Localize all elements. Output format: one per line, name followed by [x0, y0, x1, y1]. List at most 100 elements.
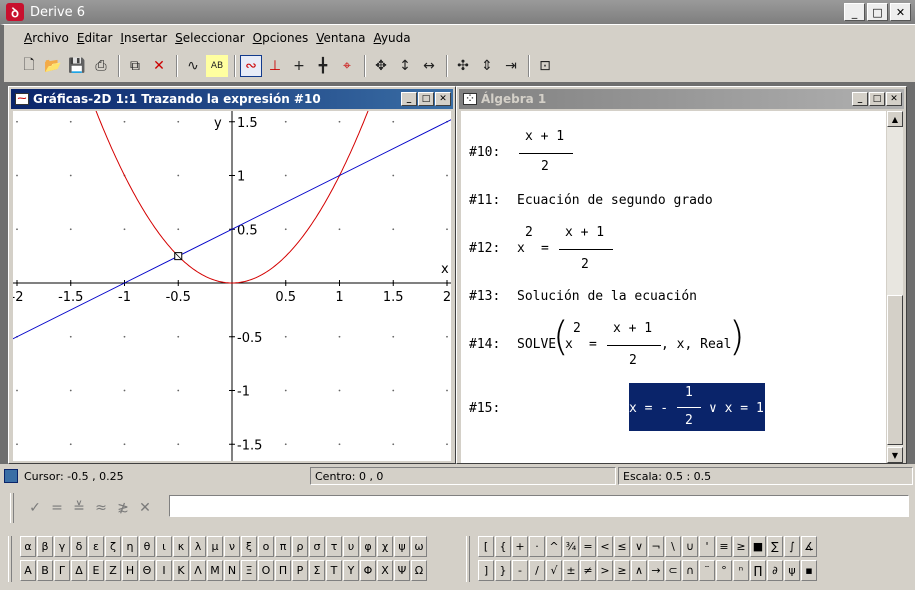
- greek-symbol-key[interactable]: Ο: [258, 560, 274, 581]
- menu-ayuda[interactable]: Ayuda: [370, 31, 415, 45]
- pan-icon[interactable]: ✥: [370, 55, 392, 77]
- menu-archivo[interactable]: Archivo: [20, 31, 73, 45]
- delete-icon[interactable]: ✕: [148, 55, 170, 77]
- crosshair-icon[interactable]: +: [288, 55, 310, 77]
- algebra-close-button[interactable]: ✕: [886, 92, 902, 106]
- math-symbol-key[interactable]: ∏: [750, 560, 766, 581]
- math-symbol-key[interactable]: °: [716, 560, 732, 581]
- axes-icon[interactable]: ⊥: [264, 55, 286, 77]
- plot-area[interactable]: -2-1.5-1-0.50.511.5221.510.5-0.5-1-1.5-2…: [13, 111, 451, 461]
- greek-symbol-key[interactable]: Ψ: [394, 560, 410, 581]
- tile-windows-icon[interactable]: [4, 469, 18, 483]
- greek-symbol-key[interactable]: ξ: [241, 536, 257, 557]
- greek-symbol-key[interactable]: ζ: [105, 536, 121, 557]
- greek-symbol-key[interactable]: φ: [360, 536, 376, 557]
- menu-ventana[interactable]: Ventana: [312, 31, 369, 45]
- greek-symbol-key[interactable]: μ: [207, 536, 223, 557]
- greek-symbol-key[interactable]: Δ: [71, 560, 87, 581]
- math-symbol-key[interactable]: ±: [563, 560, 579, 581]
- plot-close-button[interactable]: ✕: [435, 92, 451, 106]
- menu-seleccionar[interactable]: Seleccionar: [171, 31, 249, 45]
- math-symbol-key[interactable]: ∫: [784, 536, 800, 557]
- greek-symbol-key[interactable]: Ρ: [292, 560, 308, 581]
- algebra-expression-area[interactable]: #10: x + 1 2 #11: Ecuación de segundo gr…: [461, 111, 886, 463]
- greek-symbol-key[interactable]: θ: [139, 536, 155, 557]
- greek-symbol-key[interactable]: ω: [411, 536, 427, 557]
- enter-simplify-icon[interactable]: ≚: [68, 497, 90, 519]
- close-button[interactable]: ✕: [890, 3, 911, 21]
- menu-opciones[interactable]: Opciones: [249, 31, 313, 45]
- math-toolbar-grip[interactable]: [466, 536, 470, 582]
- greek-symbol-key[interactable]: υ: [343, 536, 359, 557]
- math-symbol-key[interactable]: ψ: [784, 560, 800, 581]
- scroll-thumb[interactable]: [887, 295, 903, 445]
- math-symbol-key[interactable]: ≤: [614, 536, 630, 557]
- save-icon[interactable]: 💾: [66, 55, 88, 77]
- greek-symbol-key[interactable]: Σ: [309, 560, 325, 581]
- math-symbol-key[interactable]: ∩: [682, 560, 698, 581]
- greek-symbol-key[interactable]: Φ: [360, 560, 376, 581]
- zoom-in-vertical-icon[interactable]: ⇕: [476, 55, 498, 77]
- clear-entry-icon[interactable]: ✕: [134, 497, 156, 519]
- approximate-icon[interactable]: ≈: [90, 497, 112, 519]
- position-icon[interactable]: ⌖: [336, 55, 358, 77]
- entry-bar-grip[interactable]: [10, 493, 14, 523]
- math-symbol-key[interactable]: ¬: [648, 536, 664, 557]
- greek-symbol-key[interactable]: η: [122, 536, 138, 557]
- math-symbol-key[interactable]: ': [699, 536, 715, 557]
- math-symbol-key[interactable]: ∑: [767, 536, 783, 557]
- menu-editar[interactable]: Editar: [73, 31, 117, 45]
- maximize-button[interactable]: □: [867, 3, 888, 21]
- greek-symbol-key[interactable]: Η: [122, 560, 138, 581]
- math-symbol-key[interactable]: ≥: [614, 560, 630, 581]
- greek-symbol-key[interactable]: α: [20, 536, 36, 557]
- zoom-in-icon[interactable]: ✣: [452, 55, 474, 77]
- plot-minimize-button[interactable]: _: [401, 92, 417, 106]
- greek-symbol-key[interactable]: Α: [20, 560, 36, 581]
- math-symbol-key[interactable]: [: [478, 536, 494, 557]
- scroll-down-button[interactable]: ▼: [887, 447, 903, 463]
- greek-symbol-key[interactable]: δ: [71, 536, 87, 557]
- math-symbol-key[interactable]: >: [597, 560, 613, 581]
- algebra-window-titlebar[interactable]: ⁘ Álgebra 1 _ □ ✕: [459, 89, 904, 109]
- greek-symbol-key[interactable]: Ε: [88, 560, 104, 581]
- math-symbol-key[interactable]: ∂: [767, 560, 783, 581]
- zoom-out-horizontal-icon[interactable]: ⇥: [500, 55, 522, 77]
- enter-approximate-icon[interactable]: ≵: [112, 497, 134, 519]
- math-symbol-key[interactable]: ≡: [716, 536, 732, 557]
- math-symbol-key[interactable]: ¾: [563, 536, 579, 557]
- grid-icon[interactable]: ╋: [312, 55, 334, 77]
- greek-symbol-key[interactable]: Κ: [173, 560, 189, 581]
- expression-input[interactable]: [169, 495, 909, 517]
- curve-icon[interactable]: ∿: [182, 55, 204, 77]
- math-symbol-key[interactable]: ∪: [682, 536, 698, 557]
- math-symbol-key[interactable]: ¨: [699, 560, 715, 581]
- math-symbol-key[interactable]: +: [512, 536, 528, 557]
- math-symbol-key[interactable]: /: [529, 560, 545, 581]
- math-symbol-key[interactable]: ]: [478, 560, 494, 581]
- math-symbol-key[interactable]: <: [597, 536, 613, 557]
- greek-symbol-key[interactable]: Τ: [326, 560, 342, 581]
- zoom-horizontal-icon[interactable]: ↔: [418, 55, 440, 77]
- math-symbol-key[interactable]: {: [495, 536, 511, 557]
- algebra-maximize-button[interactable]: □: [869, 92, 885, 106]
- greek-symbol-key[interactable]: ε: [88, 536, 104, 557]
- scroll-up-button[interactable]: ▲: [887, 111, 903, 127]
- greek-symbol-key[interactable]: Β: [37, 560, 53, 581]
- math-symbol-key[interactable]: ∡: [801, 536, 817, 557]
- greek-symbol-key[interactable]: Θ: [139, 560, 155, 581]
- greek-symbol-key[interactable]: λ: [190, 536, 206, 557]
- plot-maximize-button[interactable]: □: [418, 92, 434, 106]
- greek-symbol-key[interactable]: Χ: [377, 560, 393, 581]
- greek-symbol-key[interactable]: ψ: [394, 536, 410, 557]
- new-icon[interactable]: 🗋: [18, 55, 40, 77]
- trace-icon[interactable]: ∾: [240, 55, 262, 77]
- greek-symbol-key[interactable]: Λ: [190, 560, 206, 581]
- greek-symbol-key[interactable]: γ: [54, 536, 70, 557]
- math-symbol-key[interactable]: ·: [529, 536, 545, 557]
- greek-symbol-key[interactable]: ν: [224, 536, 240, 557]
- greek-symbol-key[interactable]: ι: [156, 536, 172, 557]
- algebra-vertical-scrollbar[interactable]: ▲ ▼: [887, 111, 903, 463]
- zoom-vertical-icon[interactable]: ↕: [394, 55, 416, 77]
- greek-symbol-key[interactable]: Ω: [411, 560, 427, 581]
